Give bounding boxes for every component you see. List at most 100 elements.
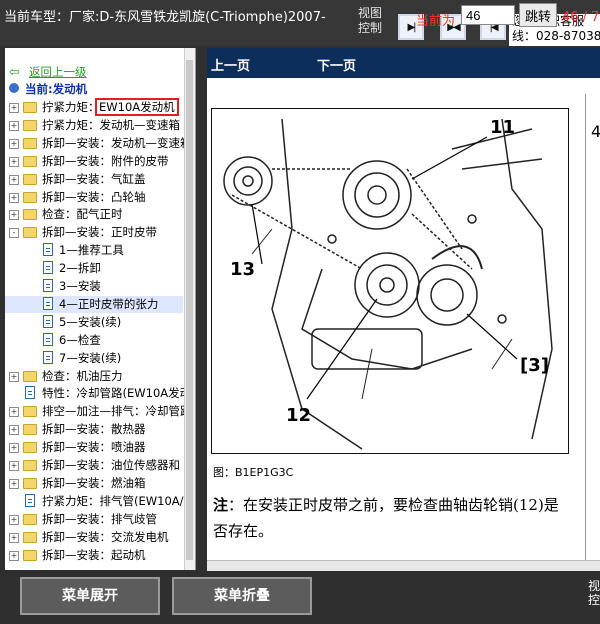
next-page-button[interactable]: 下一页 — [317, 55, 356, 74]
expand-icon[interactable]: + — [9, 514, 19, 525]
tree-item-label: 拆卸—安装：排气歧管 — [42, 511, 157, 526]
folder-icon — [23, 513, 37, 525]
folder-icon — [23, 119, 37, 131]
folder-icon — [23, 531, 37, 543]
tree-doc-item[interactable]: 6—检查 — [5, 332, 183, 349]
tree-folder-item[interactable]: + 拆卸—安装：气缸盖 — [5, 171, 183, 188]
tree-folder-item[interactable]: + 拆卸—安装：起动机 — [5, 547, 183, 564]
tree-doc-item[interactable]: 2—拆卸 — [5, 260, 183, 277]
tree-item-label: 拧紧力矩：排气管(EW10A/ — [42, 493, 184, 508]
tree-folder-item[interactable]: + 检查：配气正时 — [5, 206, 183, 223]
tree-folder-item[interactable]: - 拆卸—安装：正时皮带 — [5, 224, 183, 241]
jump-button[interactable]: 跳转 — [519, 3, 557, 27]
tree-item-label: 6—检查 — [59, 332, 101, 347]
expand-icon[interactable]: + — [9, 120, 19, 131]
back-arrow-icon: ⇦ — [9, 65, 20, 80]
expand-icon[interactable]: + — [9, 138, 19, 149]
expand-icon[interactable]: + — [9, 210, 19, 221]
figure-caption: 图：B1EP1G3C — [213, 466, 294, 479]
tree-item-label: 拆卸—安装：发动机—变速箱 — [42, 135, 192, 150]
tree-folder-item[interactable]: + 拆卸—安装：交流发电机 — [5, 529, 183, 546]
document-icon — [25, 493, 35, 507]
document-icon — [43, 314, 53, 328]
document-icon — [43, 279, 53, 292]
folder-icon — [23, 155, 37, 167]
tree-folder-item[interactable]: + 拆卸—安装：油位传感器和 — [5, 457, 183, 474]
expand-icon[interactable]: + — [9, 174, 19, 185]
tree-item-label: 检查：机油压力 — [42, 368, 123, 383]
tree-item-label: 拆卸—安装：喷油器 — [42, 440, 146, 455]
scroll-thumb[interactable] — [186, 60, 193, 560]
tree-item-label: 拧紧力矩： — [42, 100, 100, 114]
folder-icon — [23, 549, 37, 561]
expand-icon[interactable]: + — [9, 156, 19, 167]
tree-folder-item[interactable]: + 拧紧力矩： EW10A发动机 — [5, 98, 183, 116]
tree-folder-item[interactable]: + 检查：机油压力 — [5, 368, 183, 385]
tree-folder-item[interactable]: + 拆卸—安装：燃油箱 — [5, 475, 183, 492]
tree-folder-item[interactable]: + 拆卸—安装：发动机—变速箱 — [5, 135, 192, 152]
menu-collapse-button[interactable]: 菜单折叠 — [172, 577, 312, 615]
right-page-number: 4 — [591, 122, 600, 141]
expand-icon[interactable]: + — [9, 407, 19, 418]
tree-folder-item[interactable]: + 排空—加注—排气：冷却管路 — [5, 403, 192, 420]
menu-tree: ⇦ 返回上一级 当前:发动机 + 拧紧力矩： EW10A发动机 + 拧紧力矩：发动机—变… — [5, 48, 196, 570]
tree-folder-item[interactable]: + 拆卸—安装：散热器 — [5, 421, 183, 438]
tree-item-label: 5—安装(续) — [59, 314, 122, 329]
tree-doc-item[interactable]: 特性：冷却管路(EW10A发动 — [5, 385, 191, 402]
tree-doc-item[interactable]: 4—正时皮带的张力 — [5, 295, 183, 313]
expand-icon[interactable]: + — [9, 192, 19, 203]
folder-icon — [23, 137, 37, 149]
document-icon — [43, 261, 53, 275]
note-paragraph: 注：在安装正时皮带之前，要检查曲轴齿轮销(12)是否存在。 — [213, 492, 573, 544]
expand-icon[interactable]: + — [9, 425, 19, 436]
folder-icon — [23, 442, 37, 454]
tree-doc-item[interactable]: 1—推荐工具 — [5, 242, 183, 259]
tree-doc-item[interactable]: 5—安装(续) — [5, 314, 183, 331]
tree-folder-item[interactable]: + 拧紧力矩：发动机—变速箱 — [5, 117, 183, 134]
menu-expand-button[interactable]: 菜单展开 — [20, 577, 160, 615]
tree-folder-item[interactable]: + 拆卸—安装：排气歧管 — [5, 511, 183, 528]
document-icon — [43, 332, 53, 346]
folder-icon — [23, 227, 37, 239]
folder-icon — [23, 406, 37, 418]
folder-icon — [23, 460, 37, 471]
selected-engine-label[interactable]: EW10A发动机 — [95, 98, 179, 116]
page-number-input[interactable] — [461, 5, 515, 25]
expand-icon[interactable]: + — [9, 103, 19, 113]
tree-folder-item[interactable]: + 拆卸—安装：喷油器 — [5, 439, 183, 456]
tree-folder-item[interactable]: + 拆卸—安装：附件的皮带 — [5, 153, 183, 170]
folder-icon — [23, 370, 37, 382]
timing-belt-illustration: 11 13 12 [3] — [223, 117, 553, 450]
folder-icon — [23, 209, 37, 221]
expand-icon[interactable]: + — [9, 371, 19, 382]
folder-icon — [23, 102, 37, 113]
folder-icon — [23, 424, 37, 436]
tree-doc-item[interactable]: 拧紧力矩：排气管(EW10A/ — [5, 493, 184, 510]
tree-item-label: 拆卸—安装：起动机 — [42, 547, 146, 562]
tree-item-label: 拆卸—安装：气缸盖 — [42, 171, 146, 186]
current-page-label: 当前为 — [416, 14, 456, 29]
expand-icon[interactable]: + — [9, 550, 19, 561]
page-toolbar: 上一页 下一页 — [207, 48, 600, 78]
document-icon — [25, 386, 35, 400]
expand-icon[interactable]: + — [9, 443, 19, 454]
document-icon — [43, 296, 53, 310]
tree-doc-item[interactable]: 3—安装 — [5, 278, 183, 295]
tree-item-label: 检查：配气正时 — [42, 207, 123, 222]
bottom-right-label: 视控 — [588, 579, 600, 607]
current-label: 当前:发动机 — [25, 82, 88, 96]
callout-11: 11 — [490, 117, 515, 138]
tree-item-label: 2—拆卸 — [59, 261, 101, 276]
expand-icon[interactable]: + — [9, 478, 19, 489]
tree-doc-item[interactable]: 7—安装(续) — [5, 350, 183, 367]
tree-scrollbar[interactable] — [184, 48, 195, 570]
page-count: 46 / 73 — [562, 10, 600, 25]
expand-icon[interactable]: + — [9, 461, 19, 471]
expand-icon[interactable]: + — [9, 532, 19, 543]
next-column-edge — [585, 94, 600, 570]
prev-page-button[interactable]: 上一页 — [211, 55, 250, 74]
tree-folder-item[interactable]: + 拆卸—安装：凸轮轴 — [5, 189, 183, 206]
note-prefix: 注 — [213, 496, 229, 514]
collapse-icon[interactable]: - — [9, 228, 19, 239]
document-hscrollbar[interactable] — [207, 560, 600, 571]
